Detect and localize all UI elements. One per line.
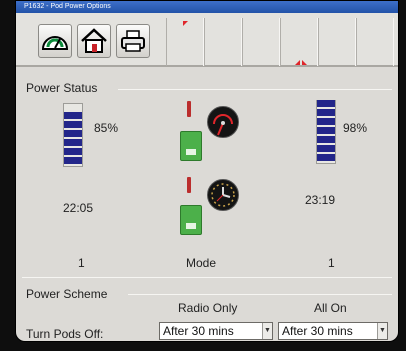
gauge-icon — [207, 106, 239, 138]
battery-cell — [317, 154, 335, 161]
speedometer-icon — [41, 36, 69, 50]
right-battery-percent: 98% — [343, 121, 368, 135]
left-count: 1 — [78, 256, 85, 270]
toolbar-slot-3[interactable] — [242, 18, 280, 66]
slot-marker — [295, 60, 300, 65]
pod-icon — [180, 205, 202, 235]
battery-cell — [317, 145, 335, 152]
left-battery-indicator — [63, 103, 83, 167]
pod-power-options-window: P1632 - Pod Power Options Power Status 8… — [15, 0, 399, 342]
battery-cell — [64, 121, 82, 128]
home-icon — [81, 28, 107, 53]
battery-cell — [64, 148, 82, 155]
section-divider — [128, 294, 392, 295]
section-divider — [22, 277, 392, 278]
toolbar-slot-4[interactable] — [280, 18, 318, 66]
home-button[interactable] — [77, 24, 111, 58]
slot-marker — [183, 21, 188, 26]
power-scheme-title: Power Scheme — [26, 287, 108, 301]
toolbar-slot-6[interactable] — [356, 18, 394, 66]
battery-cell — [317, 127, 335, 134]
battery-cell — [64, 139, 82, 146]
power-status-title: Power Status — [26, 81, 98, 95]
battery-cell — [317, 136, 335, 143]
radio-only-off-select[interactable]: After 30 mins ▼ — [159, 322, 273, 340]
dropdown-arrow-icon[interactable]: ▼ — [377, 323, 387, 339]
radio-only-off-value: After 30 mins — [163, 324, 234, 338]
dropdown-arrow-icon[interactable]: ▼ — [262, 323, 272, 339]
battery-cell — [317, 118, 335, 125]
printer-button[interactable] — [116, 24, 150, 58]
slot-marker — [302, 60, 307, 65]
mode-label: Mode — [186, 256, 217, 270]
battery-cell — [64, 130, 82, 137]
speedometer-button[interactable] — [38, 24, 72, 58]
battery-cell — [317, 100, 335, 107]
battery-cell — [64, 103, 82, 110]
window-title: P1632 - Pod Power Options — [16, 1, 398, 13]
all-on-column-header: All On — [314, 301, 347, 315]
pod-icon — [180, 131, 202, 161]
battery-cell — [317, 109, 335, 116]
section-divider — [118, 89, 392, 90]
pod-antenna — [187, 101, 191, 117]
all-on-off-value: After 30 mins — [282, 324, 353, 338]
radio-only-column-header: Radio Only — [178, 301, 238, 315]
all-on-off-select[interactable]: After 30 mins ▼ — [278, 322, 388, 340]
battery-cell — [64, 112, 82, 119]
left-time: 22:05 — [63, 201, 94, 215]
left-battery-percent: 85% — [94, 121, 119, 135]
printer-icon — [121, 30, 145, 52]
battery-cell — [64, 157, 82, 164]
pod-antenna — [187, 177, 191, 193]
toolbar — [16, 13, 398, 67]
clock-icon — [207, 179, 239, 211]
turn-pods-off-label: Turn Pods Off: — [26, 327, 104, 341]
toolbar-slot-2[interactable] — [204, 18, 242, 66]
toolbar-slot-5[interactable] — [318, 18, 356, 66]
right-time: 23:19 — [305, 193, 336, 207]
right-count: 1 — [328, 256, 335, 270]
right-battery-indicator — [316, 100, 336, 164]
